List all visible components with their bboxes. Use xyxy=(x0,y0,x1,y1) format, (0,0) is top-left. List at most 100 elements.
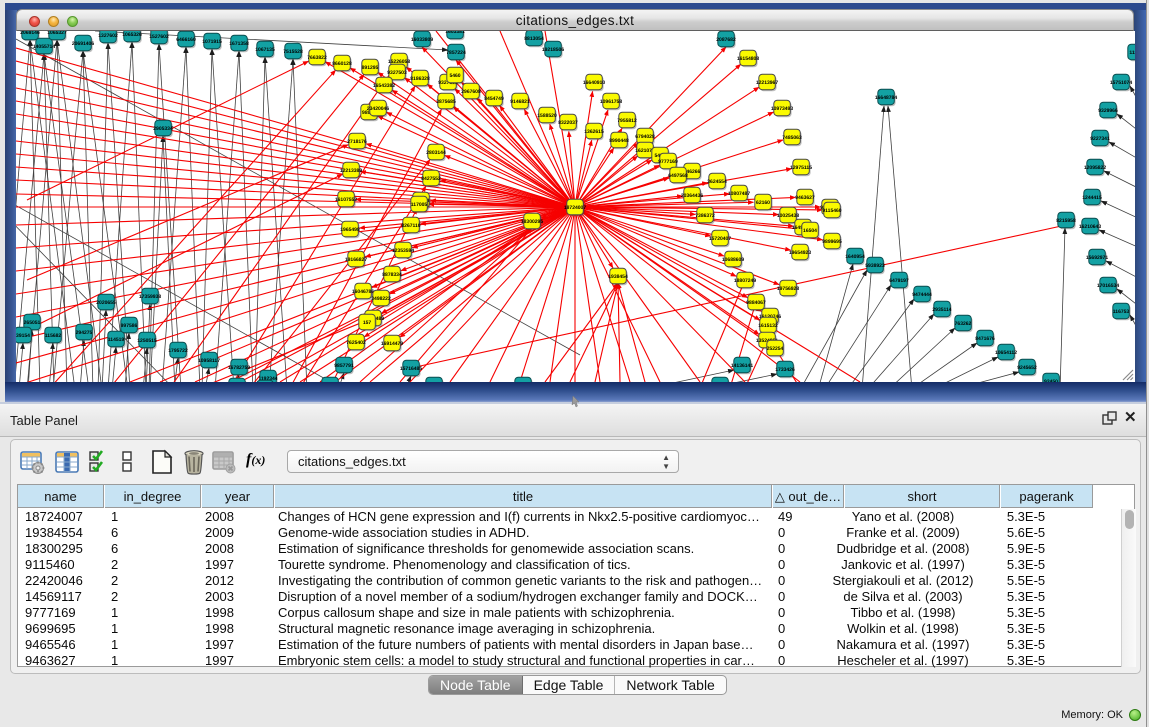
svg-text:9115460: 9115460 xyxy=(822,208,841,214)
svg-text:8454749: 8454749 xyxy=(484,96,504,102)
svg-text:92450: 92450 xyxy=(1044,379,1058,382)
svg-text:5938923: 5938923 xyxy=(865,263,885,269)
svg-text:12213389: 12213389 xyxy=(340,168,362,174)
svg-text:7857224: 7857224 xyxy=(446,50,466,56)
svg-text:997586: 997586 xyxy=(121,323,138,329)
svg-text:3498222: 3498222 xyxy=(371,296,391,302)
svg-text:23420046: 23420046 xyxy=(367,106,389,112)
svg-text:2803144: 2803144 xyxy=(426,150,446,156)
svg-text:16648784: 16648784 xyxy=(875,95,897,101)
svg-text:2935114: 2935114 xyxy=(932,307,951,313)
svg-text:1603381: 1603381 xyxy=(445,31,465,35)
svg-text:8813054: 8813054 xyxy=(524,36,544,42)
svg-text:252254: 252254 xyxy=(767,346,784,352)
svg-text:18807249: 18807249 xyxy=(734,278,756,284)
svg-text:1615132: 1615132 xyxy=(758,323,778,329)
svg-text:8267110: 8267110 xyxy=(401,223,420,229)
svg-text:157: 157 xyxy=(363,320,372,326)
svg-text:16107552: 16107552 xyxy=(335,197,357,203)
svg-text:1065326: 1065326 xyxy=(122,32,142,38)
svg-text:8471676: 8471676 xyxy=(975,336,995,342)
svg-text:12095822: 12095822 xyxy=(1084,165,1106,171)
svg-text:16543382: 16543382 xyxy=(373,83,395,89)
svg-text:1671358: 1671358 xyxy=(229,41,249,47)
svg-text:20364436: 20364436 xyxy=(681,193,703,199)
svg-text:763262: 763262 xyxy=(955,321,972,327)
svg-text:62160: 62160 xyxy=(756,200,770,206)
svg-text:7485063: 7485063 xyxy=(782,135,802,141)
svg-text:17359938: 17359938 xyxy=(139,294,161,300)
svg-text:1795722: 1795722 xyxy=(168,348,188,354)
svg-text:12213967: 12213967 xyxy=(756,80,778,86)
svg-text:6479197: 6479197 xyxy=(889,278,909,284)
svg-text:1362615: 1362615 xyxy=(584,129,604,135)
svg-text:10958117: 10958117 xyxy=(198,358,220,364)
svg-text:1250515: 1250515 xyxy=(137,338,157,344)
svg-text:16046786: 16046786 xyxy=(352,289,374,295)
svg-text:16914479: 16914479 xyxy=(381,341,403,347)
svg-text:3875685: 3875685 xyxy=(436,99,456,105)
svg-text:18724007: 18724007 xyxy=(564,205,586,211)
svg-text:8215958: 8215958 xyxy=(1056,218,1076,224)
svg-text:1588520: 1588520 xyxy=(537,113,557,119)
svg-text:6466160: 6466160 xyxy=(176,37,196,43)
svg-text:6497568: 6497568 xyxy=(668,173,688,179)
svg-text:2967608: 2967608 xyxy=(461,89,481,95)
svg-text:11170: 11170 xyxy=(1129,50,1135,56)
svg-text:1065327: 1065327 xyxy=(47,31,67,36)
svg-text:9884067: 9884067 xyxy=(746,300,766,306)
svg-text:16154808: 16154808 xyxy=(737,56,759,62)
svg-text:14136141: 14136141 xyxy=(731,363,753,369)
svg-text:10654112: 10654112 xyxy=(995,350,1017,356)
svg-text:19756928: 19756928 xyxy=(777,286,799,292)
svg-text:8186328: 8186328 xyxy=(410,76,430,82)
svg-text:19218506: 19218506 xyxy=(542,47,564,53)
svg-text:9777169: 9777169 xyxy=(658,159,678,165)
svg-text:14055714: 14055714 xyxy=(33,44,55,50)
svg-text:19654923: 19654923 xyxy=(789,250,811,256)
svg-text:1071915: 1071915 xyxy=(202,39,222,45)
svg-text:16504: 16504 xyxy=(803,228,817,234)
svg-text:1527602: 1527602 xyxy=(149,34,169,40)
svg-text:10025438: 10025438 xyxy=(777,213,799,219)
svg-text:2087682: 2087682 xyxy=(716,37,736,43)
svg-text:9227341: 9227341 xyxy=(1090,136,1110,142)
svg-text:1640954: 1640954 xyxy=(845,254,865,260)
svg-text:1327602: 1327602 xyxy=(98,33,118,39)
svg-text:2905334: 2905334 xyxy=(153,126,173,132)
svg-text:19166827: 19166827 xyxy=(345,257,367,263)
svg-text:1244415: 1244415 xyxy=(1082,195,1102,201)
svg-text:115682: 115682 xyxy=(45,333,62,339)
svg-text:15692971: 15692971 xyxy=(1086,255,1108,261)
svg-text:9146821: 9146821 xyxy=(510,99,530,105)
svg-text:116753: 116753 xyxy=(1113,309,1130,315)
svg-text:39154: 39154 xyxy=(16,333,30,339)
svg-text:8660128: 8660128 xyxy=(332,61,352,67)
svg-text:9245652: 9245652 xyxy=(1017,365,1037,371)
svg-text:1965498: 1965498 xyxy=(340,227,360,233)
svg-text:5460: 5460 xyxy=(449,73,460,79)
svg-text:15720407: 15720407 xyxy=(709,236,731,242)
svg-text:9327503: 9327503 xyxy=(387,70,407,76)
svg-text:10807487: 10807487 xyxy=(728,191,750,197)
svg-text:20691406: 20691406 xyxy=(72,41,94,47)
svg-text:8878334: 8878334 xyxy=(382,272,402,278)
svg-text:10688609: 10688609 xyxy=(722,257,744,263)
svg-text:16210643: 16210643 xyxy=(1079,224,1101,230)
svg-text:9899695: 9899695 xyxy=(822,239,842,245)
svg-text:1067135: 1067135 xyxy=(255,47,275,53)
svg-text:2718176: 2718176 xyxy=(347,139,367,145)
svg-text:7625402: 7625402 xyxy=(346,340,366,346)
svg-text:114519: 114519 xyxy=(108,337,125,343)
svg-text:16640910: 16640910 xyxy=(583,80,605,86)
svg-text:9474444: 9474444 xyxy=(912,292,932,298)
svg-text:1733426: 1733426 xyxy=(775,367,795,373)
svg-text:8427552: 8427552 xyxy=(421,176,441,182)
svg-text:7955812: 7955812 xyxy=(617,118,637,124)
svg-text:15716485: 15716485 xyxy=(400,366,422,372)
svg-text:294275: 294275 xyxy=(76,330,93,336)
svg-text:18300295: 18300295 xyxy=(521,219,543,225)
svg-text:16782759: 16782759 xyxy=(228,365,250,371)
svg-text:9329966: 9329966 xyxy=(1098,108,1118,114)
svg-text:117005: 117005 xyxy=(411,202,428,208)
